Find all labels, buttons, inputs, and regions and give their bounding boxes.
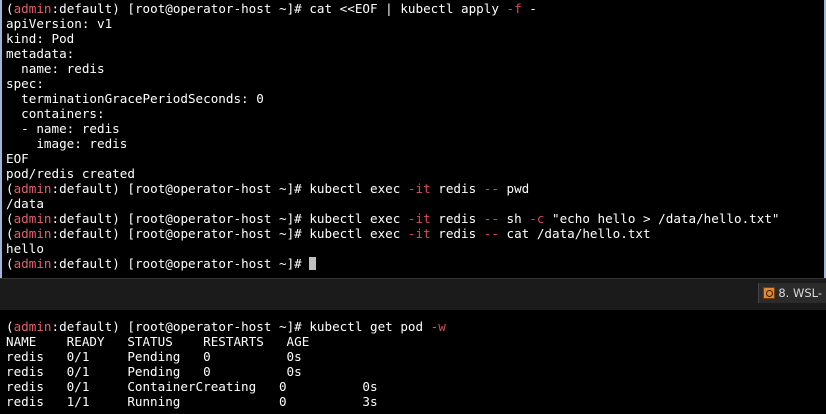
output-line: apiVersion: v1 xyxy=(6,16,113,31)
output-line: - name: redis xyxy=(6,121,120,136)
terminal-line: (admin:default) [root@operator-host ~]# … xyxy=(6,1,537,16)
terminal-line: (admin:default) [root@operator-host ~]# … xyxy=(6,211,780,226)
terminal-pane-top[interactable]: (admin:default) [root@operator-host ~]# … xyxy=(0,0,826,278)
terminal-tab[interactable]: 8. WSL- xyxy=(758,283,826,303)
output-line: spec: xyxy=(6,76,44,91)
output-line: name: redis xyxy=(6,61,105,76)
table-row: redis 1/1 Running 0 3s xyxy=(6,394,378,409)
output-line: hello xyxy=(6,241,44,256)
terminal-line: (admin:default) [root@operator-host ~]# … xyxy=(6,319,446,334)
output-line: EOF xyxy=(6,151,29,166)
table-row: redis 0/1 Pending 0 0s xyxy=(6,364,302,379)
output-line: containers: xyxy=(6,106,105,121)
output-line: image: redis xyxy=(6,136,128,151)
table-row: redis 0/1 ContainerCreating 0 0s xyxy=(6,379,378,394)
pane-status-bar: 8. WSL- xyxy=(0,278,826,311)
terminal-pane-bottom[interactable]: (admin:default) [root@operator-host ~]# … xyxy=(0,310,826,414)
table-header: NAME READY STATUS RESTARTS AGE xyxy=(6,334,310,349)
output-line: kind: Pod xyxy=(6,31,75,46)
text-cursor xyxy=(309,257,317,270)
terminal-icon xyxy=(763,287,776,299)
table-row: redis 0/1 Pending 0 0s xyxy=(6,349,302,364)
terminal-line: (admin:default) [root@operator-host ~]# xyxy=(6,256,317,271)
output-line: /data xyxy=(6,196,44,211)
pane-border-left xyxy=(0,0,2,302)
output-line: terminationGracePeriodSeconds: 0 xyxy=(6,91,264,106)
output-line: metadata: xyxy=(6,46,75,61)
terminal-line: (admin:default) [root@operator-host ~]# … xyxy=(6,181,530,196)
terminal-line: (admin:default) [root@operator-host ~]# … xyxy=(6,226,651,241)
output-line: pod/redis created xyxy=(6,166,135,181)
